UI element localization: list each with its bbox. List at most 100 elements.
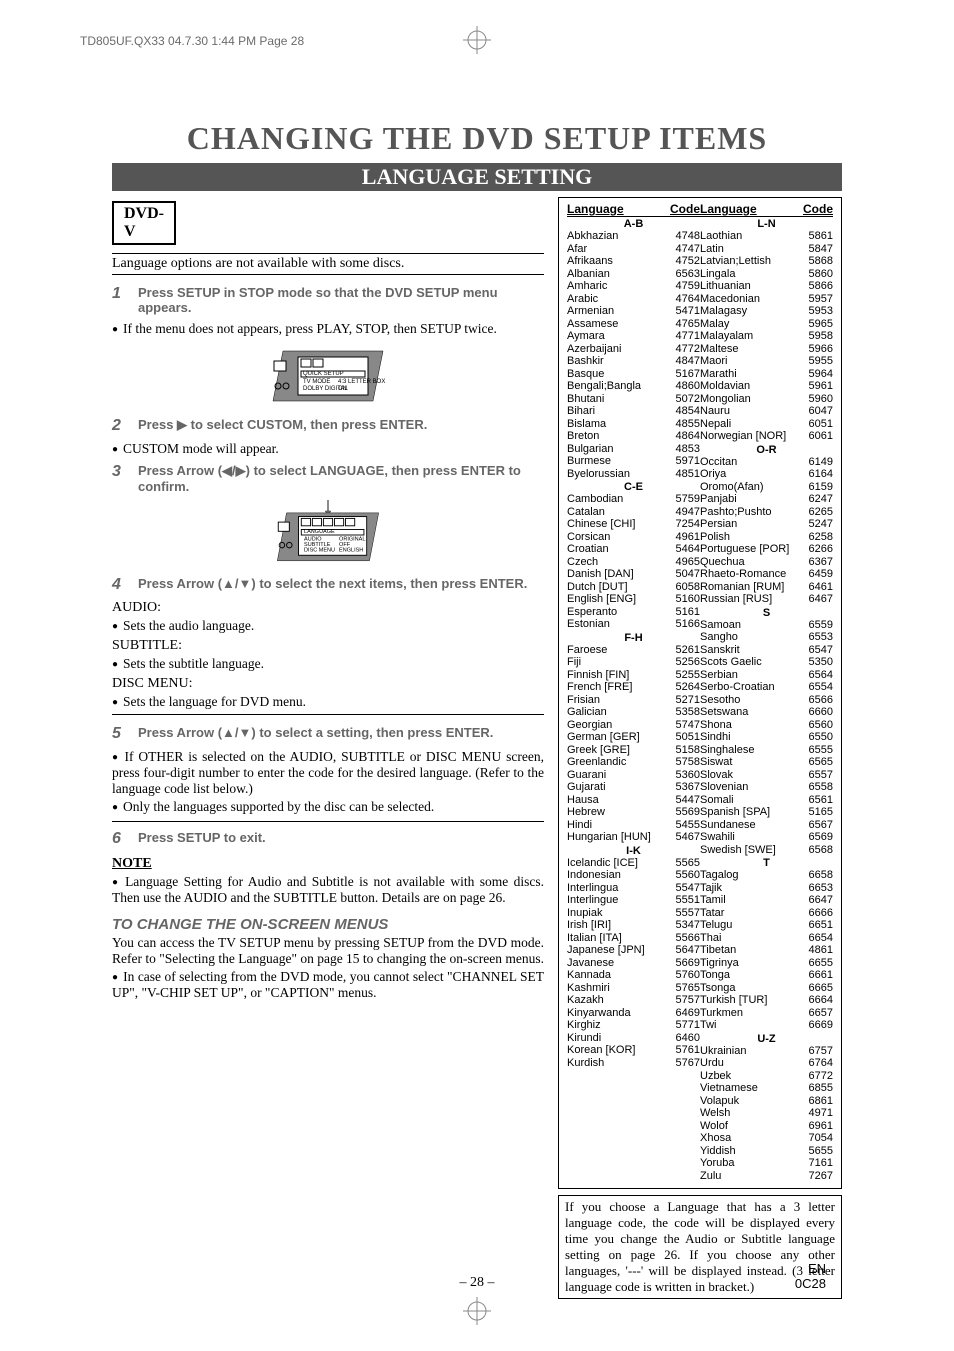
table-row: Oromo(Afan)6159 (700, 481, 833, 494)
table-row: Zulu7267 (700, 1170, 833, 1183)
svg-text:4:3 LETTER BOX: 4:3 LETTER BOX (338, 379, 385, 385)
table-row: Finnish [FIN]5255 (567, 669, 700, 682)
table-row: Singhalese6555 (700, 744, 833, 757)
step-5-note1: If OTHER is selected on the AUDIO, SUBTI… (112, 749, 544, 797)
table-row: Sanskrit6547 (700, 644, 833, 657)
table-row: Galician5358 (567, 706, 700, 719)
table-row: Bulgarian4853 (567, 443, 700, 456)
table-row: Kinyarwanda6469 (567, 1007, 700, 1020)
table-row: Welsh4971 (700, 1107, 833, 1120)
table-row: Byelorussian4851 (567, 468, 700, 481)
svg-text:TV MODE: TV MODE (303, 379, 330, 385)
table-row: Latvian;Lettish5868 (700, 255, 833, 268)
bottom-right-codes: EN 0C28 (795, 1261, 826, 1291)
table-row: Sesotho6566 (700, 694, 833, 707)
step-1-number: 1 (112, 285, 126, 315)
language-code-table: LanguageCodeA-BAbkhazian4748Afar4747Afri… (558, 197, 842, 1189)
table-row: Kashmiri5765 (567, 982, 700, 995)
table-row: Bashkir4847 (567, 355, 700, 368)
table-row: Spanish [SPA]5165 (700, 806, 833, 819)
table-row: Wolof6961 (700, 1120, 833, 1133)
table-row: Malagasy5953 (700, 305, 833, 318)
table-row: Romanian [RUM]6461 (700, 581, 833, 594)
table-row: Marathi5964 (700, 368, 833, 381)
table-row: Tagalog6658 (700, 869, 833, 882)
step-6: 6 Press SETUP to exit. (112, 830, 544, 848)
dvd-v-badge: DVD-V (112, 201, 176, 245)
table-row: Sangho6553 (700, 631, 833, 644)
table-row: Burmese5971 (567, 455, 700, 468)
table-row: Catalan4947 (567, 506, 700, 519)
table-row: Hindi5455 (567, 819, 700, 832)
table-row: Rhaeto-Romance6459 (700, 568, 833, 581)
table-row: Azerbaijani4772 (567, 343, 700, 356)
group-heading: A-B (567, 218, 700, 230)
table-row: Urdu6764 (700, 1057, 833, 1070)
lead-text: Language options are not available with … (112, 253, 544, 275)
note-heading: NOTE (112, 856, 544, 872)
step-5-number: 5 (112, 725, 126, 743)
table-row: Kirundi6460 (567, 1032, 700, 1045)
table-row: Assamese4765 (567, 318, 700, 331)
group-heading: F-H (567, 632, 700, 644)
table-row: Icelandic [ICE]5565 (567, 857, 700, 870)
table-row: Sindhi6550 (700, 731, 833, 744)
step-6-text: Press SETUP to exit. (138, 830, 266, 848)
svg-text:ENGLISH: ENGLISH (339, 548, 363, 554)
table-row: Javanese5669 (567, 957, 700, 970)
table-row: Somali6561 (700, 794, 833, 807)
print-header: TD805UF.QX33 04.7.30 1:44 PM Page 28 (80, 34, 304, 48)
table-row: Corsican4961 (567, 531, 700, 544)
table-row: Fiji5256 (567, 656, 700, 669)
table-row: Portuguese [POR]6266 (700, 543, 833, 556)
table-row: Pashto;Pushto6265 (700, 506, 833, 519)
table-row: Tatar6666 (700, 907, 833, 920)
table-row: Italian [ITA]5566 (567, 932, 700, 945)
table-row: Armenian5471 (567, 305, 700, 318)
table-row: Guarani5360 (567, 769, 700, 782)
table-row: Kirghiz5771 (567, 1019, 700, 1032)
table-row: Bislama4855 (567, 418, 700, 431)
bottom-right-line2: 0C28 (795, 1276, 826, 1291)
group-heading: T (700, 857, 833, 869)
table-row: Tibetan4861 (700, 944, 833, 957)
table-row: Vietnamese6855 (700, 1082, 833, 1095)
step-6-number: 6 (112, 830, 126, 848)
table-row: Amharic4759 (567, 280, 700, 293)
table-row: Turkish [TUR]6664 (700, 994, 833, 1007)
table-row: Irish [IRI]5347 (567, 919, 700, 932)
table-row: Korean [KOR]5761 (567, 1044, 700, 1057)
table-row: Hebrew5569 (567, 806, 700, 819)
step-4-number: 4 (112, 576, 126, 594)
table-row: Telugu6651 (700, 919, 833, 932)
table-row: Hausa5447 (567, 794, 700, 807)
step-3-text: Press Arrow (◀/▶) to select LANGUAGE, th… (138, 463, 544, 494)
table-row: Gujarati5367 (567, 781, 700, 794)
discmenu-heading: DISC MENU: (112, 676, 544, 692)
table-row: Breton4864 (567, 430, 700, 443)
section-bar: LANGUAGE SETTING (112, 163, 842, 191)
register-mark-top (463, 26, 491, 54)
table-row: Shona6560 (700, 719, 833, 732)
table-row: Yoruba7161 (700, 1157, 833, 1170)
table-row: Siswat6565 (700, 756, 833, 769)
step-4: 4Press Arrow (▲/▼) to select the next it… (112, 576, 544, 594)
table-row: Malayalam5958 (700, 330, 833, 343)
step-2-note: CUSTOM mode will appear. (112, 441, 544, 457)
svg-text:ON: ON (338, 386, 347, 392)
table-row: Kazakh5757 (567, 994, 700, 1007)
table-row: Frisian5271 (567, 694, 700, 707)
step-1-text: Press SETUP in STOP mode so that the DVD… (138, 285, 544, 315)
svg-text:DISC MENU: DISC MENU (304, 548, 335, 554)
tochange-heading: TO CHANGE THE ON-SCREEN MENUS (112, 916, 544, 933)
table-row: Thai6654 (700, 932, 833, 945)
table-row: Twi6669 (700, 1019, 833, 1032)
osd-diagram-2: LANGUAGE AUDIOORIGINAL SUBTITLEOFF DISC … (228, 500, 428, 570)
table-row: Chinese [CHI]7254 (567, 518, 700, 531)
table-row: Panjabi6247 (700, 493, 833, 506)
group-heading: O-R (700, 444, 833, 456)
table-row: Setswana6660 (700, 706, 833, 719)
table-row: French [FRE]5264 (567, 681, 700, 694)
table-row: Laothian5861 (700, 230, 833, 243)
table-row: Faroese5261 (567, 644, 700, 657)
